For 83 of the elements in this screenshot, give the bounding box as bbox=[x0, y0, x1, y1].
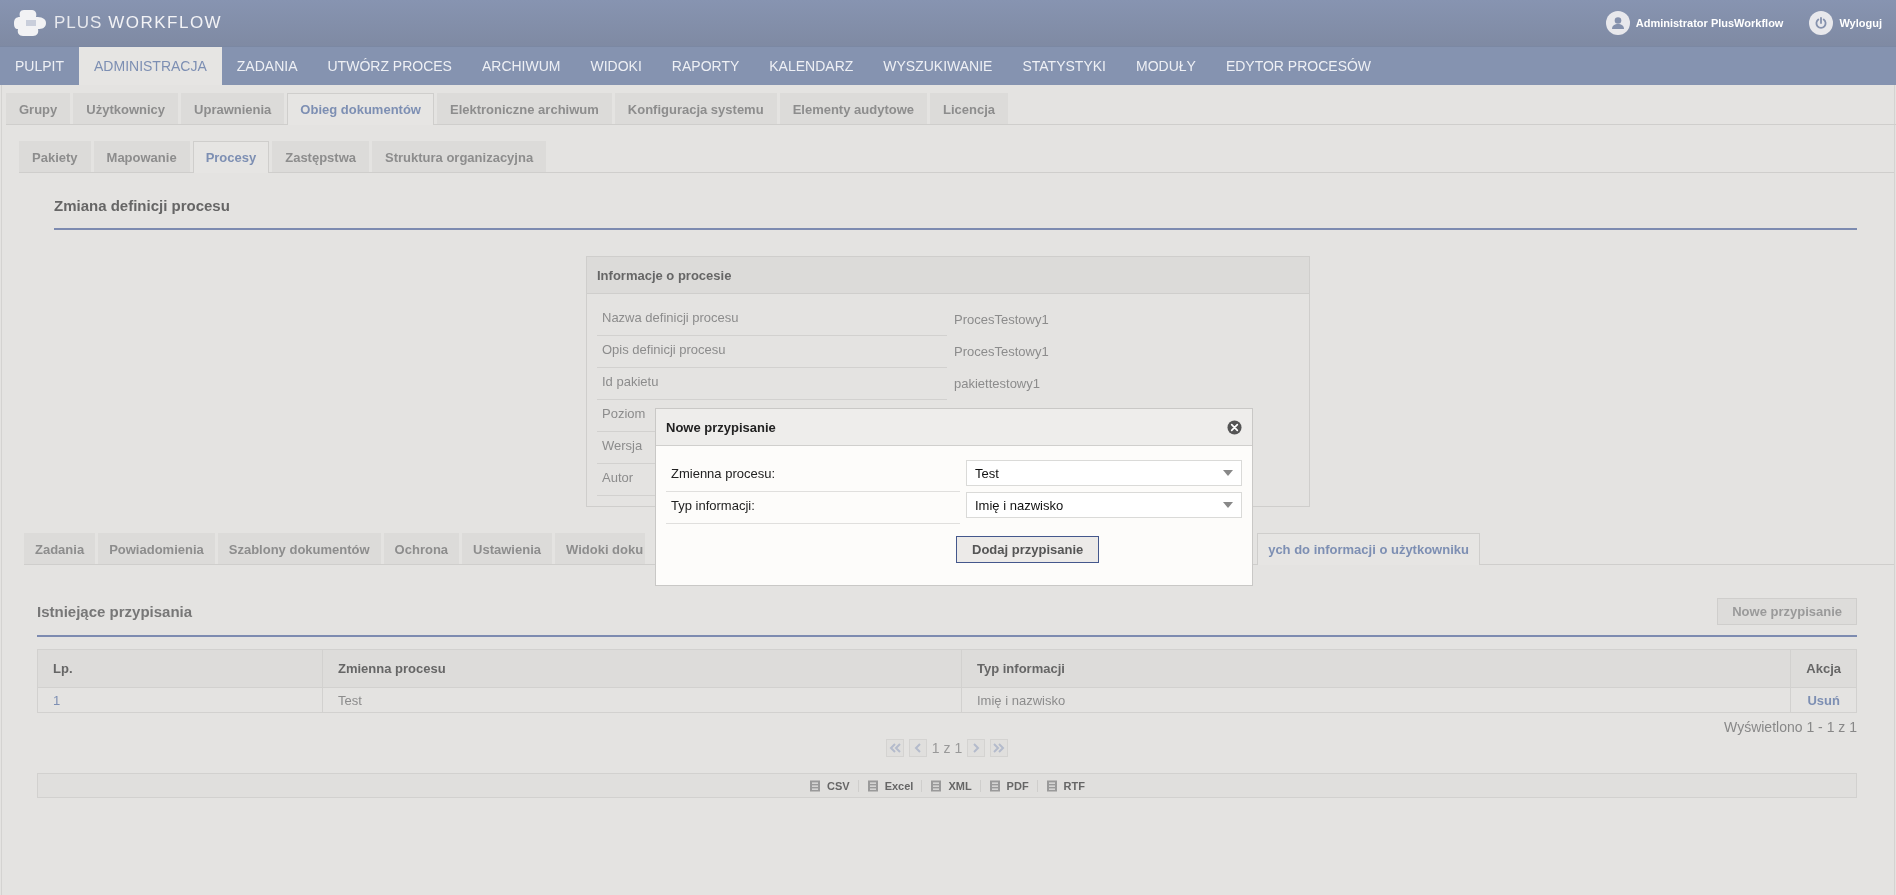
logo-text: PLUS WORKFLOW bbox=[54, 13, 223, 33]
tab[interactable]: Elementy audytowe bbox=[779, 93, 927, 124]
tab[interactable]: Szablony dokumentów bbox=[217, 533, 381, 564]
field-label: Id pakietu bbox=[602, 374, 659, 389]
tab[interactable]: Widoki doku bbox=[555, 533, 646, 564]
tab[interactable]: Obieg dokumentów bbox=[287, 93, 434, 125]
field-label: Opis definicji procesu bbox=[602, 342, 726, 357]
column-header: Zmienna procesu bbox=[322, 649, 962, 688]
select-field[interactable]: Imię i nazwisko bbox=[966, 492, 1242, 518]
tab[interactable]: Struktura organizacyjna bbox=[372, 141, 547, 172]
column-header: Typ informacji bbox=[961, 649, 1791, 688]
next-page-icon[interactable] bbox=[967, 739, 986, 757]
nav-item[interactable]: RAPORTY bbox=[656, 47, 755, 85]
nav-item[interactable]: MODUŁY bbox=[1120, 47, 1211, 85]
document-icon bbox=[988, 779, 1001, 792]
field-value: ProcesTestowy1 bbox=[953, 311, 1050, 329]
tab[interactable]: Ustawienia bbox=[462, 533, 552, 564]
field-label: Typ informacji: bbox=[666, 492, 960, 524]
tab[interactable]: Mapowanie bbox=[93, 141, 190, 172]
panel-title: Informacje o procesie bbox=[587, 257, 1309, 294]
document-icon bbox=[866, 779, 879, 792]
user-name[interactable]: Administrator PlusWorkflow bbox=[1635, 17, 1784, 29]
table-cell: 1 bbox=[37, 687, 323, 713]
export-link[interactable]: RTF bbox=[1063, 779, 1085, 792]
results-summary: Wyświetlono 1 - 1 z 1 bbox=[1723, 719, 1857, 735]
first-page-icon[interactable] bbox=[885, 739, 904, 757]
tab[interactable]: Powiadomienia bbox=[98, 533, 215, 564]
export-link[interactable]: CSV bbox=[827, 779, 850, 792]
logo-icon bbox=[14, 8, 48, 38]
export-link[interactable]: Excel bbox=[884, 779, 914, 792]
tab[interactable]: Zastępstwa bbox=[272, 141, 370, 172]
power-icon[interactable] bbox=[1809, 11, 1834, 35]
field-label: Zmienna procesu: bbox=[666, 460, 960, 492]
document-icon bbox=[809, 779, 821, 792]
nav-item[interactable]: KALENDARZ bbox=[754, 47, 869, 85]
tab[interactable]: Uprawnienia bbox=[181, 93, 285, 124]
tab[interactable]: Zadania bbox=[24, 533, 96, 564]
close-icon[interactable] bbox=[1227, 419, 1242, 435]
tab[interactable]: Pakiety bbox=[19, 141, 91, 172]
field-value: pakiettestowy1 bbox=[953, 375, 1041, 393]
field-label: Autor bbox=[602, 470, 634, 485]
export-link[interactable]: XML bbox=[948, 779, 972, 792]
nav-item[interactable]: ZADANIA bbox=[221, 47, 313, 85]
last-page-icon[interactable] bbox=[990, 739, 1009, 757]
user-icon bbox=[1605, 11, 1630, 35]
dialog-title: Nowe przypisanie bbox=[666, 419, 776, 435]
field-label: Poziom bbox=[602, 406, 646, 421]
caret-icon bbox=[1223, 470, 1233, 476]
field-label: Nazwa definicji procesu bbox=[602, 310, 739, 325]
new-assignment-button[interactable]: Nowe przypisanie bbox=[1717, 597, 1857, 625]
tab[interactable]: Grupy bbox=[6, 93, 71, 124]
nav-item[interactable]: PULPIT bbox=[0, 47, 79, 85]
nav-item[interactable]: WIDOKI bbox=[575, 47, 657, 85]
previous-page-icon[interactable] bbox=[908, 739, 927, 757]
export-link[interactable]: PDF bbox=[1006, 779, 1029, 792]
field-value: ProcesTestowy1 bbox=[953, 343, 1050, 361]
tab[interactable]: Konfiguracja systemu bbox=[614, 93, 777, 124]
caret-icon bbox=[1223, 502, 1233, 508]
column-header: Akcja bbox=[1790, 649, 1857, 688]
page-indicator: 1 z 1 bbox=[931, 740, 963, 756]
nav-item[interactable]: EDYTOR PROCESÓW bbox=[1210, 47, 1387, 85]
document-icon bbox=[930, 779, 943, 792]
tab[interactable]: ych do informacji o użytkowniku bbox=[1257, 533, 1480, 565]
nav-item[interactable]: ARCHIWUM bbox=[466, 47, 576, 85]
tab[interactable]: Elektroniczne archiwum bbox=[436, 93, 612, 124]
nav-item[interactable]: STATYSTYKI bbox=[1007, 47, 1121, 85]
column-header: Lp. bbox=[37, 649, 323, 688]
tab[interactable]: Procesy bbox=[192, 141, 270, 173]
table-cell: Imię i nazwisko bbox=[961, 687, 1791, 713]
logout-link[interactable]: Wyloguj bbox=[1839, 17, 1882, 29]
select-field[interactable]: Test bbox=[966, 460, 1242, 486]
nav-item[interactable]: WYSZUKIWANIE bbox=[868, 47, 1008, 85]
document-icon bbox=[1045, 779, 1058, 792]
nav-item[interactable]: UTWÓRZ PROCES bbox=[312, 47, 467, 85]
tab[interactable]: Użytkownicy bbox=[73, 93, 179, 124]
add-button[interactable]: Dodaj przypisanie bbox=[956, 536, 1100, 563]
tab[interactable]: Ochrona bbox=[383, 533, 460, 564]
nav-item[interactable]: ADMINISTRACJA bbox=[79, 47, 222, 85]
field-label: Wersja bbox=[602, 438, 643, 453]
section-title: Istniejące przypisania bbox=[37, 602, 193, 620]
page-title: Zmiana definicji procesu bbox=[54, 197, 1857, 230]
tab[interactable]: Licencja bbox=[930, 93, 1009, 124]
table-cell: Test bbox=[322, 687, 962, 713]
